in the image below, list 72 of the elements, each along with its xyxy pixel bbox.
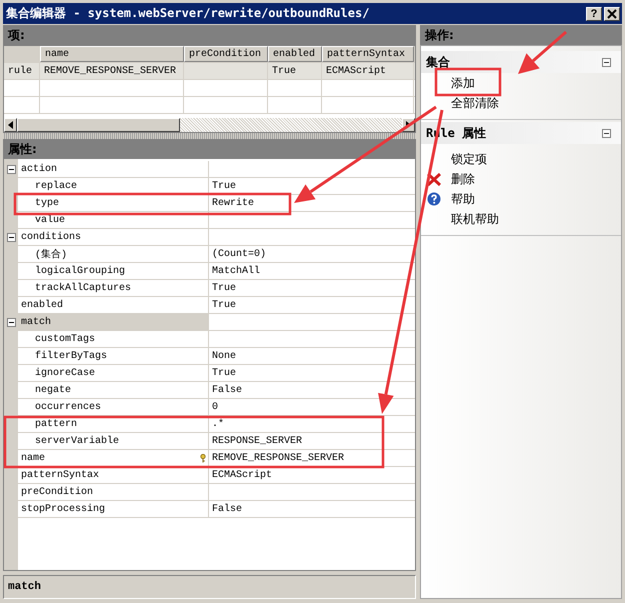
column-header[interactable]: enabled — [268, 46, 322, 62]
close-button[interactable] — [604, 6, 620, 20]
property-name[interactable]: match — [18, 314, 209, 331]
delete-icon — [427, 172, 441, 186]
property-value: (Count=0) — [212, 248, 266, 260]
collapse-toggle[interactable] — [6, 318, 16, 327]
panel-header: 属性: — [3, 139, 416, 159]
property-value: 0 — [212, 402, 218, 412]
property-value: True — [212, 180, 236, 192]
property-value: Rewrite — [212, 198, 254, 208]
property-name[interactable]: negate — [18, 382, 209, 399]
property-name[interactable]: type — [18, 195, 209, 212]
property-name[interactable]: patternSyntax — [18, 467, 209, 484]
action-link[interactable]: 添加 — [451, 74, 475, 92]
property-value: MatchAll — [212, 266, 260, 276]
collapse-toggle[interactable] — [602, 128, 611, 138]
panel-header: 操作: — [420, 25, 622, 45]
property-name[interactable]: replace — [18, 178, 209, 195]
property-name[interactable]: conditions — [18, 229, 209, 246]
window-title: 集合编辑器 - system.webServer/rewrite/outboundRules/ — [6, 5, 370, 22]
horizontal-scrollbar[interactable] — [4, 118, 415, 132]
section-title: 集合 — [426, 54, 450, 70]
column-header[interactable]: patternSyntax — [322, 46, 414, 62]
action-link[interactable]: 联机帮助 — [451, 210, 499, 228]
table-cell: ECMAScript — [326, 66, 386, 76]
collapse-toggle[interactable] — [602, 58, 611, 66]
property-name[interactable]: stopProcessing — [18, 501, 209, 518]
property-name[interactable]: pattern — [18, 416, 209, 433]
property-name[interactable]: name — [18, 450, 209, 467]
property-name[interactable]: action — [18, 161, 209, 178]
left-arrow-icon — [8, 121, 13, 129]
property-value: True — [212, 282, 236, 294]
action-link[interactable]: 删除 — [451, 170, 475, 188]
property-name[interactable]: preCondition — [18, 484, 209, 501]
annotation-arrow — [518, 30, 567, 74]
property-value: RESPONSE_SERVER — [212, 436, 302, 446]
property-name[interactable]: occurrences — [18, 399, 209, 416]
description-title: match — [8, 581, 42, 593]
collapse-toggle[interactable] — [6, 165, 16, 174]
property-name[interactable]: serverVariable — [18, 433, 209, 450]
column-header[interactable]: name — [40, 46, 184, 62]
action-link[interactable]: 全部清除 — [451, 94, 499, 112]
key-icon — [200, 454, 206, 462]
property-value: False — [212, 384, 242, 396]
grid-row[interactable]: rule REMOVE_RESPONSE_SERVER True ECMAScript — [4, 63, 415, 80]
annotation-box — [434, 68, 502, 96]
action-link[interactable]: 锁定项 — [451, 150, 487, 168]
property-name[interactable]: logicalGrouping — [18, 263, 209, 280]
property-value: False — [212, 504, 242, 514]
property-value: True — [212, 300, 236, 310]
property-name[interactable]: filterByTags — [18, 348, 209, 365]
column-header[interactable]: preCondition — [184, 46, 268, 62]
property-value: REMOVE_RESPONSE_SERVER — [212, 452, 344, 464]
property-name[interactable]: (集合) — [18, 246, 209, 263]
property-value: None — [212, 350, 236, 362]
property-name[interactable]: value — [18, 212, 209, 229]
action-link[interactable]: 帮助 — [451, 190, 475, 208]
row-header: rule — [8, 66, 32, 76]
property-name[interactable]: trackAllCaptures — [18, 280, 209, 297]
table-cell: True — [272, 66, 296, 76]
property-value: .* — [212, 418, 224, 430]
property-value: ECMAScript — [212, 470, 272, 480]
panel-header: 项: — [3, 25, 416, 45]
scroll-left-button[interactable] — [4, 118, 17, 132]
property-value: True — [212, 368, 236, 378]
table-cell: REMOVE_RESPONSE_SERVER — [44, 66, 176, 76]
help-button[interactable]: ? — [586, 6, 602, 20]
collapse-toggle[interactable] — [6, 233, 16, 242]
property-name[interactable]: customTags — [18, 331, 209, 348]
property-name[interactable]: ignoreCase — [18, 365, 209, 382]
help-icon — [427, 192, 441, 206]
scroll-thumb[interactable] — [17, 118, 180, 132]
